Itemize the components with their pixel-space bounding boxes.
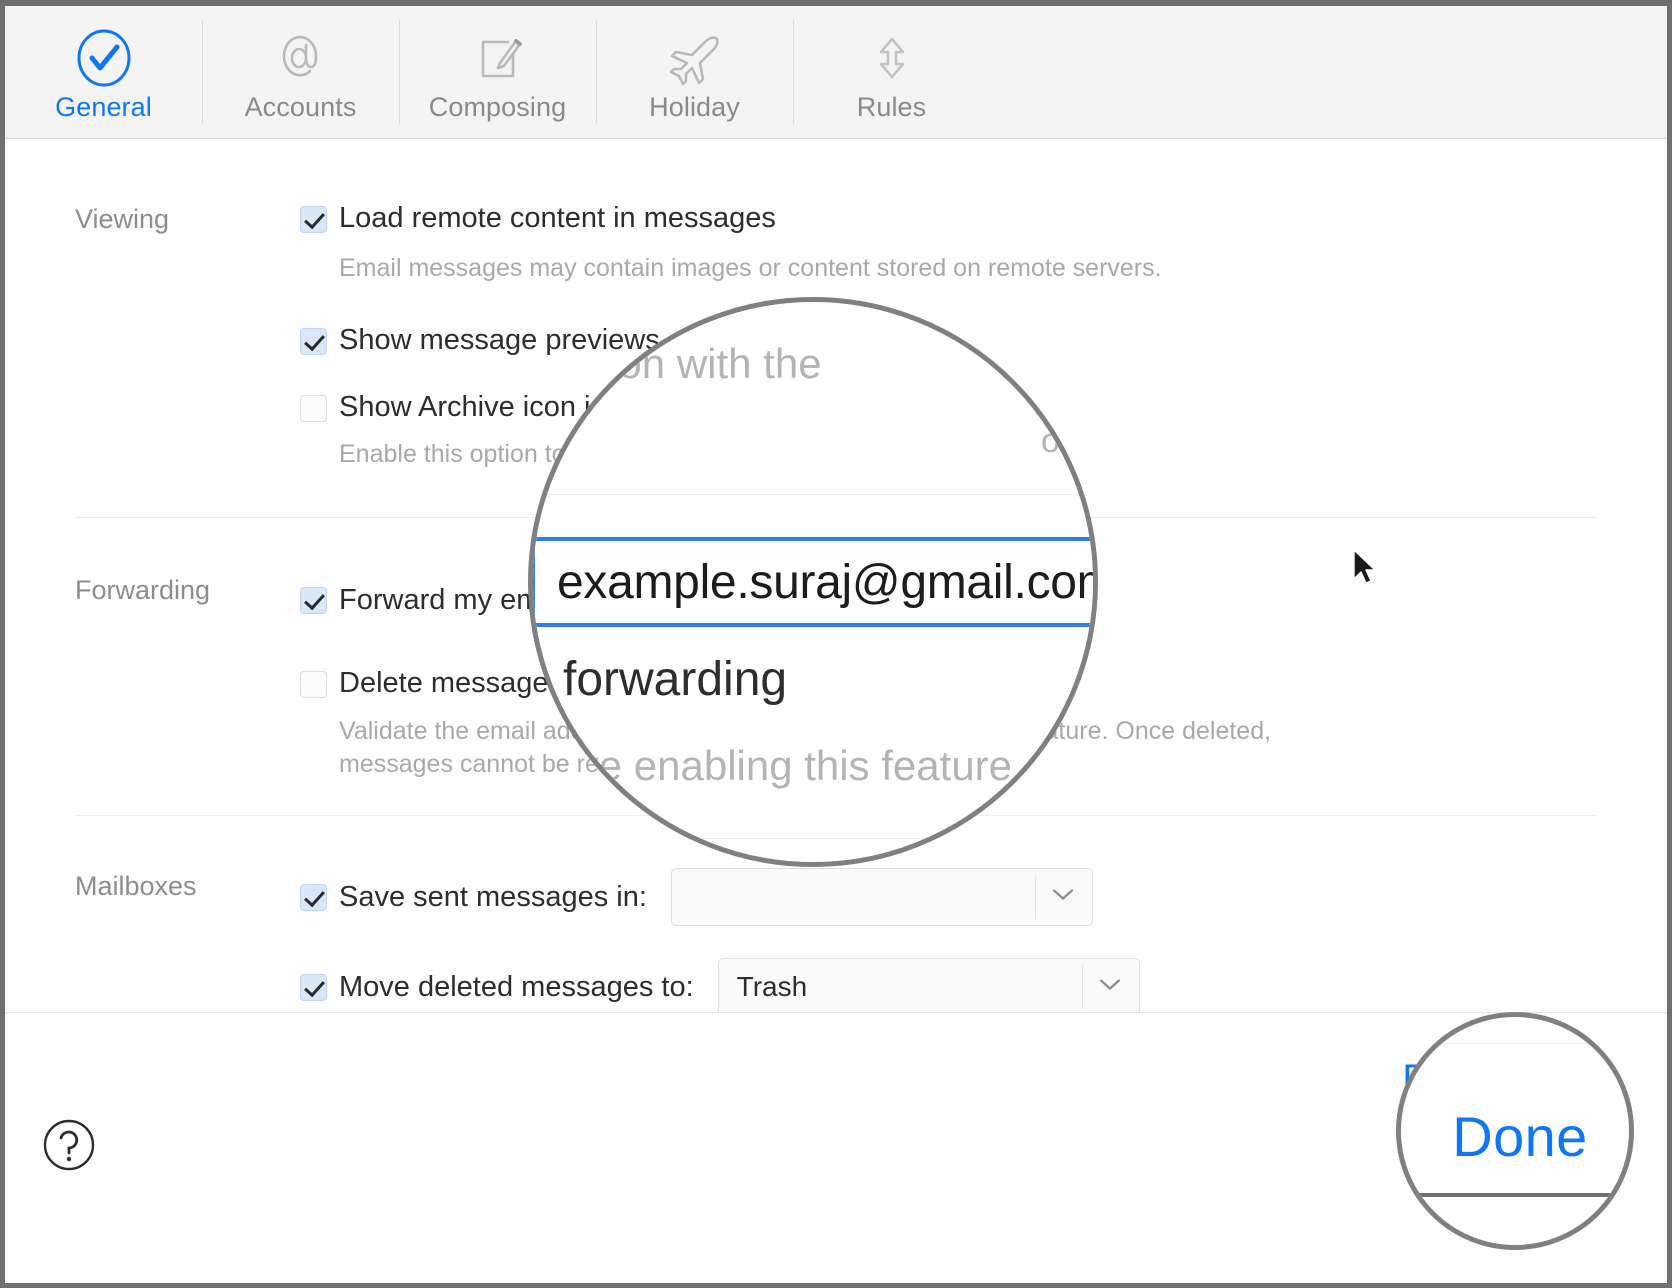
airplane-icon <box>664 28 726 88</box>
compose-pencil-icon <box>467 28 529 88</box>
checkbox-forward-my-email[interactable] <box>300 586 327 614</box>
tab-accounts[interactable]: Accounts <box>202 6 399 138</box>
tab-general-label: General <box>55 92 152 122</box>
checkbox-show-message-previews[interactable] <box>300 327 327 355</box>
checkbox-save-sent-messages[interactable] <box>300 883 327 911</box>
preferences-toolbar: General Accounts Composing Holiday Rules <box>5 6 1667 139</box>
checkbox-delete-after-forwarding[interactable] <box>300 671 327 699</box>
magnifier-done-content: Done <box>1401 1017 1629 1245</box>
option-load-remote-content-description: Email messages may contain images or con… <box>339 253 1162 282</box>
magnifier-lens-email-field: he Trash icon with the option t on. exam… <box>528 297 1098 867</box>
tab-composing-label: Composing <box>428 92 567 122</box>
question-mark-circle-icon[interactable] <box>42 1118 96 1172</box>
section-viewing-label: Viewing <box>75 204 170 234</box>
tab-holiday-label: Holiday <box>649 92 740 122</box>
select-divider <box>1081 965 1083 1010</box>
magnified-ghost-text-1: he Trash icon with the <box>532 340 822 387</box>
magnified-done-label: Done <box>1452 1104 1588 1168</box>
chevron-down-icon <box>1099 978 1121 997</box>
move-deleted-messages-select[interactable]: Trash <box>717 958 1140 1017</box>
tab-holiday[interactable]: Holiday <box>596 6 793 138</box>
checkbox-load-remote-content[interactable] <box>300 206 327 233</box>
option-move-deleted-messages[interactable]: Move deleted messages to: Trash <box>300 958 1667 1017</box>
check-circle-icon <box>73 28 135 88</box>
magnified-forwarding-email-value: example.suraj@gmail.com <box>557 555 1098 609</box>
magnified-ghost-text-3: on. <box>1041 422 1089 460</box>
tab-composing[interactable]: Composing <box>399 6 596 138</box>
option-save-sent-messages[interactable]: Save sent messages in: <box>300 868 1667 927</box>
mouse-pointer-icon <box>1352 548 1378 591</box>
magnified-divider-2 <box>533 838 1093 839</box>
checkbox-move-deleted-messages[interactable] <box>300 973 327 1001</box>
tab-accounts-label: Accounts <box>244 92 357 122</box>
tab-rules[interactable]: Rules <box>793 6 990 138</box>
magnified-window-bottom-edge <box>1401 1193 1629 1197</box>
option-save-sent-messages-label: Save sent messages in: <box>339 880 647 913</box>
checkbox-show-archive-icon[interactable] <box>300 394 327 422</box>
magnifier-content: he Trash icon with the option t on. exam… <box>533 302 1098 862</box>
magnifier-lens-done-button: Done <box>1396 1012 1634 1250</box>
at-sign-icon <box>270 28 332 88</box>
arrows-vertical-icon <box>861 28 923 88</box>
preferences-window: General Accounts Composing Holiday Rules… <box>0 0 1672 1288</box>
magnified-forwarding-email-input[interactable]: example.suraj@gmail.com <box>533 537 1098 627</box>
select-divider <box>1034 875 1036 920</box>
chevron-down-icon <box>1052 888 1074 907</box>
magnified-ghost-text-5: before enabling this feature <box>528 742 1013 789</box>
save-sent-messages-select[interactable] <box>670 868 1093 927</box>
window-right-edge <box>1667 0 1672 1288</box>
option-load-remote-content-label: Load remote content in messages <box>339 202 776 234</box>
option-move-deleted-messages-label: Move deleted messages to: <box>339 970 694 1003</box>
tab-rules-label: Rules <box>856 92 927 122</box>
option-load-remote-content[interactable]: Load remote content in messages <box>300 201 1667 236</box>
tab-general[interactable]: General <box>5 6 202 138</box>
move-deleted-messages-value: Trash <box>736 971 808 1003</box>
magnified-divider <box>533 494 1093 495</box>
magnified-ghost-text-4: forwarding <box>563 653 788 706</box>
section-forwarding-label: Forwarding <box>75 575 211 606</box>
